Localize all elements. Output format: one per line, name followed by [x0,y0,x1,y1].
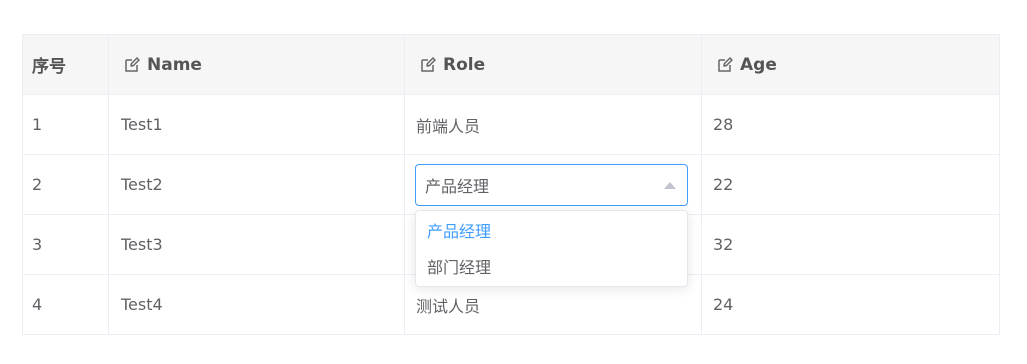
header-role-label: Role [443,54,486,75]
table-header-row: 序号 Name Role Age [23,35,999,95]
cell-index: 2 [23,155,109,214]
cell-name[interactable]: Test4 [109,275,405,334]
cell-index: 4 [23,275,109,334]
role-select-value: 产品经理 [425,177,490,196]
edit-icon [125,56,140,72]
cell-name[interactable]: Test2 [109,155,405,214]
cell-name-text: Test2 [121,175,163,194]
header-index: 序号 [23,35,109,94]
cell-age-text: 22 [713,175,734,194]
cell-index-text: 2 [32,175,43,194]
cell-name-text: Test4 [121,295,163,314]
cell-role-text: 测试人员 [416,296,481,316]
cell-age-text: 24 [713,295,734,314]
role-dropdown: 产品经理 部门经理 [415,210,688,287]
edit-icon [718,56,733,72]
header-index-label: 序号 [32,57,66,77]
cell-age-text: 28 [713,115,734,134]
cell-name-text: Test1 [121,115,163,134]
header-name-label: Name [147,54,202,75]
header-age[interactable]: Age [702,35,999,94]
dropdown-option[interactable]: 产品经理 [416,214,687,250]
cell-name[interactable]: Test3 [109,215,405,274]
cell-role[interactable]: 前端人员 [405,95,702,154]
dropdown-option[interactable]: 部门经理 [416,250,687,286]
header-age-label: Age [740,54,777,75]
cell-index-text: 3 [32,235,43,254]
cell-index-text: 4 [32,295,43,314]
cell-index-text: 1 [32,115,43,134]
table-row: 1 Test1 前端人员 28 [23,95,999,155]
cell-name-text: Test3 [121,235,163,254]
header-role[interactable]: Role [405,35,702,94]
cell-role[interactable]: 产品经理 [405,155,702,214]
cell-index: 1 [23,95,109,154]
caret-up-icon[interactable] [663,180,677,190]
edit-icon [421,56,436,72]
role-select[interactable]: 产品经理 [415,164,688,206]
data-table: 序号 Name Role Age 1 Test1 前端人员 28 2 Test2… [22,34,1000,335]
table-row: 2 Test2 产品经理 22 [23,155,999,215]
cell-name[interactable]: Test1 [109,95,405,154]
cell-age[interactable]: 28 [702,95,999,154]
cell-age[interactable]: 24 [702,275,999,334]
cell-index: 3 [23,215,109,274]
cell-age[interactable]: 22 [702,155,999,214]
header-name[interactable]: Name [109,35,405,94]
cell-role-text: 前端人员 [416,116,481,136]
cell-age[interactable]: 32 [702,215,999,274]
cell-age-text: 32 [713,235,734,254]
